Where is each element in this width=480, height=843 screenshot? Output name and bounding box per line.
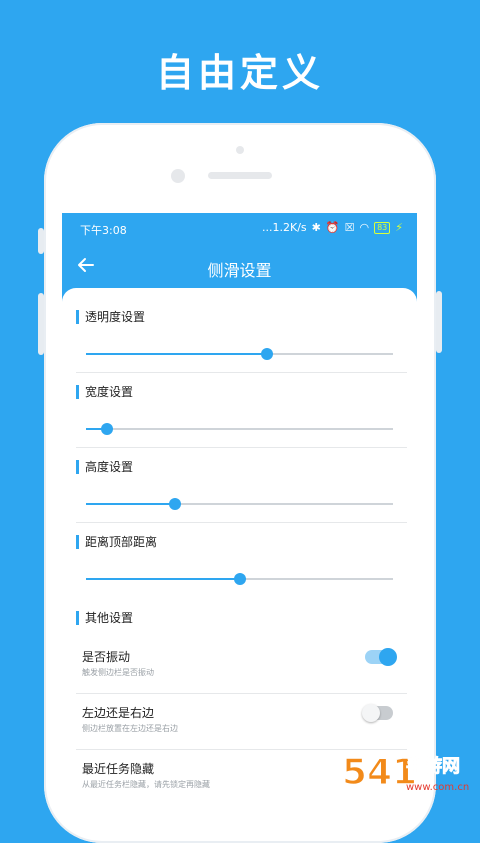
app-screen: 下午3:08 ...1.2K/s ✱ ⏰ ☒ ◠ 83 ⚡ 侧滑设置 透明度设置	[62, 213, 417, 813]
title-bar: 侧滑设置	[62, 245, 417, 289]
phone-sensor	[236, 146, 244, 154]
network-speed: ...1.2K/s	[262, 221, 307, 234]
divider	[76, 447, 407, 448]
vibrate-row[interactable]: 是否振动 触发侧边栏是否振动	[62, 638, 417, 694]
divider	[76, 522, 407, 523]
width-slider[interactable]	[86, 422, 393, 436]
toggle-knob	[362, 704, 380, 722]
row-subtitle: 触发侧边栏是否振动	[82, 668, 154, 677]
status-bar: 下午3:08 ...1.2K/s ✱ ⏰ ☒ ◠ 83 ⚡	[62, 213, 417, 245]
phone-speaker	[208, 172, 272, 179]
section-label: 高度设置	[76, 460, 133, 474]
slider-fill	[86, 353, 268, 355]
svg-text:www.com.cn: www.com.cn	[406, 782, 469, 793]
row-title: 是否振动	[82, 650, 131, 664]
status-icons: ...1.2K/s ✱ ⏰ ☒ ◠ 83 ⚡	[262, 221, 403, 234]
row-title: 最近任务隐藏	[82, 762, 155, 776]
wifi-icon: ◠	[359, 221, 370, 234]
top-distance-slider[interactable]	[86, 572, 393, 586]
status-time: 下午3:08	[80, 224, 127, 237]
row-subtitle: 侧边栏放置在左边还是右边	[82, 724, 178, 733]
phone-side-button	[436, 291, 442, 353]
height-slider[interactable]	[86, 497, 393, 511]
vibrate-toggle[interactable]	[365, 648, 397, 666]
row-title: 左边还是右边	[82, 706, 155, 720]
section-label: 透明度设置	[76, 310, 145, 324]
sim-icon: ☒	[344, 221, 355, 234]
side-position-toggle[interactable]	[362, 704, 393, 722]
charging-icon: ⚡	[395, 221, 403, 234]
slider-thumb[interactable]	[101, 423, 114, 435]
settings-card: 透明度设置 宽度设置 高度设置 距离顶部距离 其他设置 是否振动 触发侧边栏是否…	[62, 288, 417, 813]
section-label: 其他设置	[76, 611, 133, 625]
section-label: 距离顶部距离	[76, 535, 157, 549]
slider-thumb[interactable]	[169, 498, 182, 510]
slider-fill	[86, 503, 176, 505]
slider-fill	[86, 578, 240, 580]
section-label: 宽度设置	[76, 385, 133, 399]
slider-thumb[interactable]	[261, 348, 274, 360]
alarm-off-icon: ⏰	[325, 221, 340, 234]
bluetooth-icon: ✱	[311, 221, 321, 234]
promo-title: 自由定义	[155, 51, 324, 95]
page-title: 侧滑设置	[207, 261, 272, 280]
toggle-knob	[379, 648, 397, 666]
battery-icon: 83	[374, 221, 391, 234]
divider	[76, 372, 407, 373]
phone-camera	[171, 169, 185, 183]
opacity-slider[interactable]	[86, 347, 393, 361]
watermark-logo: 541 手游网 www.com.cn	[341, 751, 469, 794]
svg-text:手游网: 手游网	[406, 755, 460, 777]
row-subtitle: 从最近任务栏隐藏，请先锁定再隐藏	[82, 780, 210, 789]
slider-thumb[interactable]	[233, 573, 246, 585]
slider-track	[86, 428, 393, 430]
